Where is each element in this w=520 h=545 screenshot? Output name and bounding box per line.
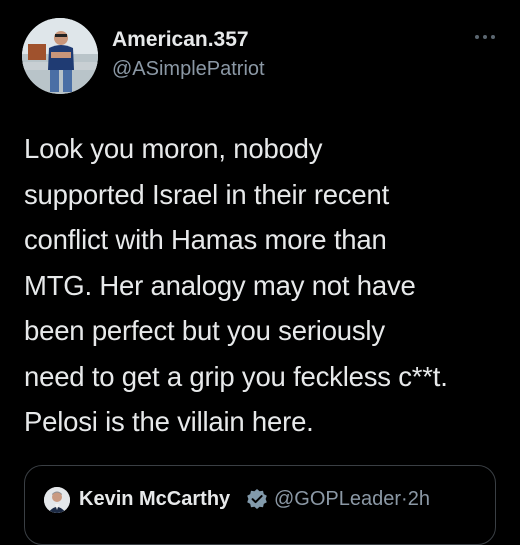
- tweet-text-line: need to get a grip you feckless c**t.: [24, 360, 448, 392]
- author-avatar[interactable]: [22, 18, 98, 94]
- quoted-author-display-name[interactable]: Kevin McCarthy: [79, 488, 230, 511]
- author-display-name[interactable]: American.357: [112, 28, 249, 52]
- verified-badge-icon: [246, 488, 268, 510]
- quoted-author-handle: @GOPLeader: [274, 488, 402, 510]
- tweet: American.357 @ASimplePatriot Look you mo…: [0, 0, 520, 545]
- more-options-button[interactable]: [472, 30, 498, 44]
- tweet-text-line: been perfect but you seriously: [24, 315, 385, 346]
- quoted-tweet-time: 2h: [407, 488, 430, 510]
- quoted-author-avatar-image: [44, 487, 70, 513]
- quoted-author-avatar[interactable]: [44, 487, 70, 513]
- author-handle[interactable]: @ASimplePatriot: [112, 58, 265, 81]
- more-options-icon: [475, 35, 495, 39]
- author-avatar-image: [22, 18, 98, 94]
- tweet-text-line: Pelosi is the villain here.: [24, 406, 314, 437]
- quoted-author-meta[interactable]: @GOPLeader·2h: [274, 488, 430, 511]
- tweet-text-line: conflict with Hamas more than: [24, 224, 387, 255]
- tweet-text-line: Look you moron, nobody: [24, 133, 323, 164]
- quoted-tweet-card[interactable]: Kevin McCarthy @GOPLeader·2h: [24, 465, 496, 545]
- tweet-text: Look you moron, nobody supported Israel …: [24, 126, 504, 445]
- tweet-text-line: supported Israel in their recent: [24, 178, 390, 210]
- meta-separator: ·: [401, 488, 408, 510]
- tweet-text-line: MTG. Her analogy may not have: [24, 269, 416, 301]
